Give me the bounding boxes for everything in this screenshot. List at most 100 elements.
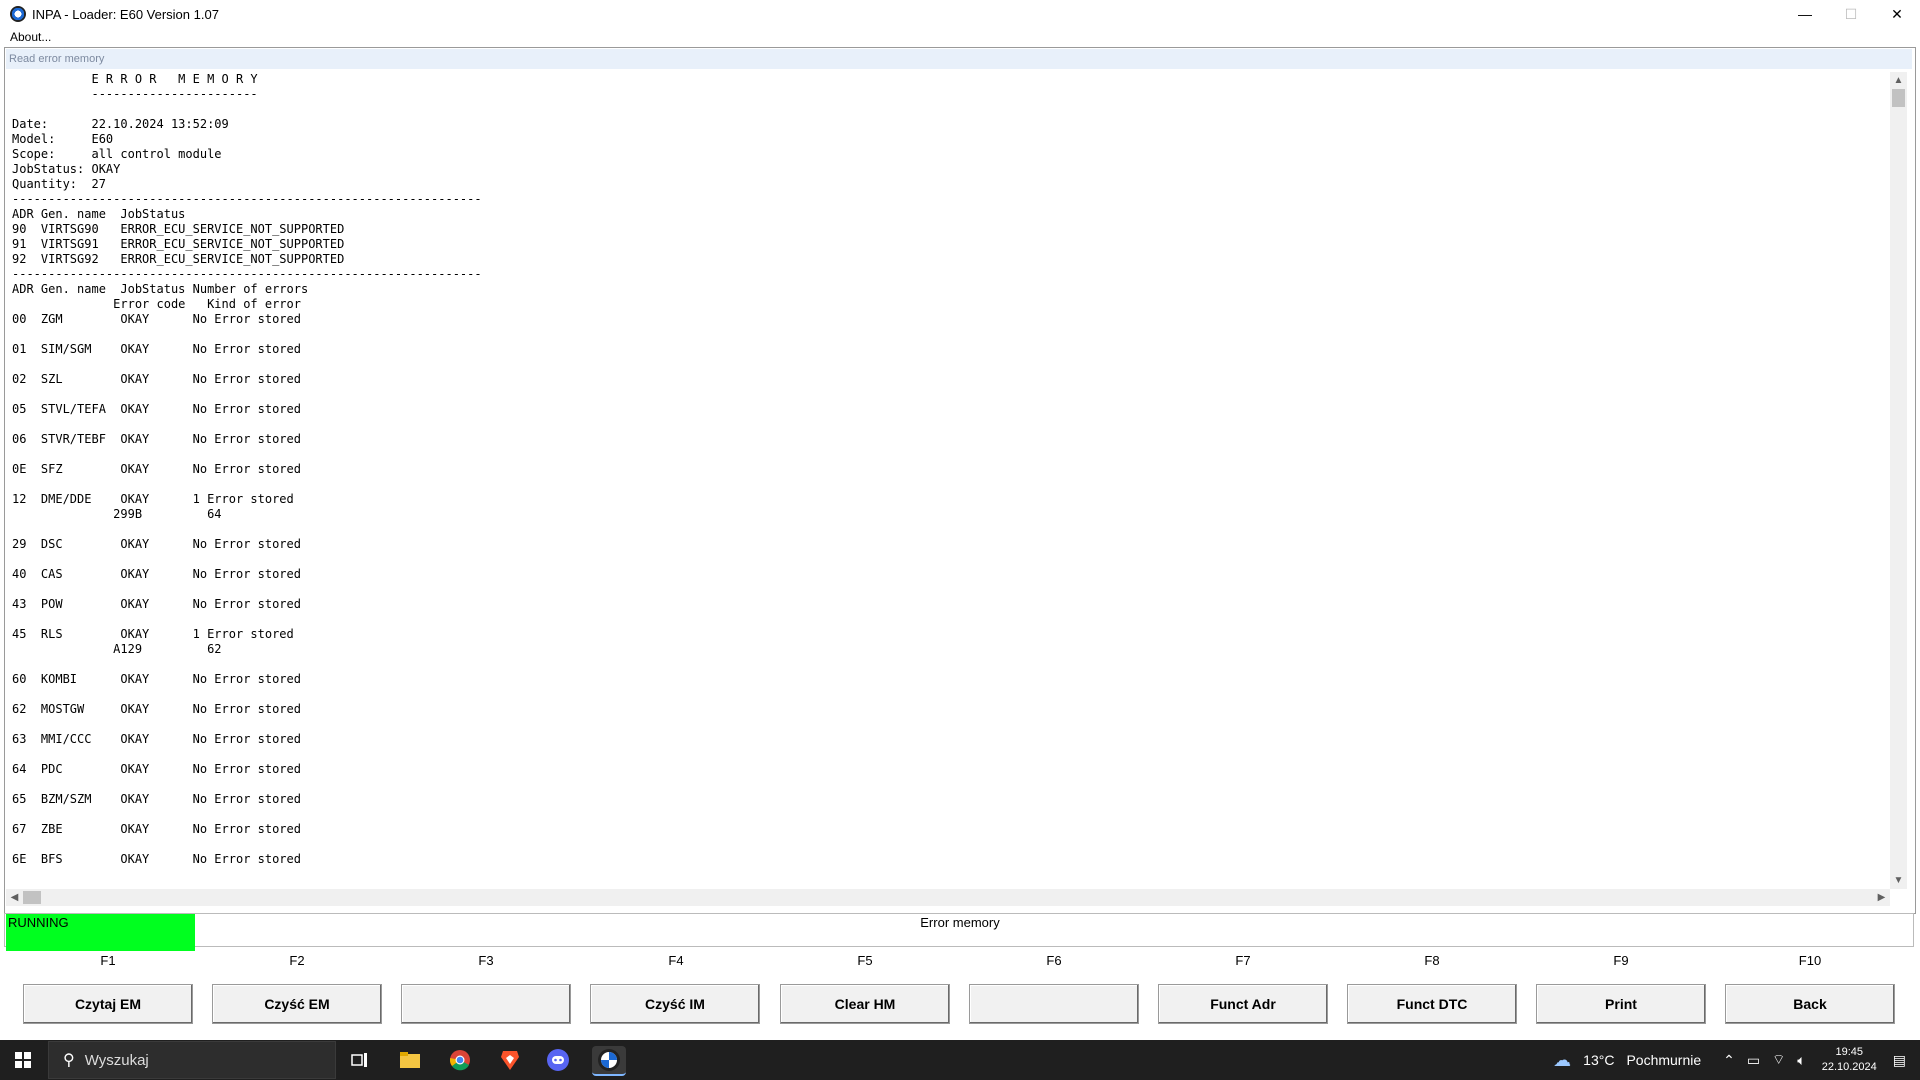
f9-print-button[interactable]: Print <box>1536 984 1706 1024</box>
report-line: 65 BZM/SZM OKAY No Error stored <box>12 792 301 806</box>
report-line: 91 VIRTSG91 ERROR_ECU_SERVICE_NOT_SUPPOR… <box>12 237 345 251</box>
report-line: ----------------------- <box>12 87 258 101</box>
vertical-scrollbar[interactable]: ▲ ▼ <box>1890 72 1907 889</box>
weather-temp[interactable]: 13°C <box>1583 1052 1614 1068</box>
fkey-label: F10 <box>1798 953 1822 968</box>
report-line <box>12 357 1890 372</box>
window-title: INPA - Loader: E60 Version 1.07 <box>32 6 219 22</box>
report-line: 67 ZBE OKAY No Error stored <box>12 822 301 836</box>
report-line: Error code Kind of error <box>12 297 301 311</box>
report-line: Scope: all control module <box>12 147 222 161</box>
notification-icon[interactable]: ▤ <box>1893 1052 1906 1069</box>
report-line: 02 SZL OKAY No Error stored <box>12 372 301 386</box>
scroll-up-icon[interactable]: ▲ <box>1890 72 1907 89</box>
taskbar-search[interactable]: ⚲ Wyszukaj <box>48 1041 336 1079</box>
clock-time: 19:45 <box>1835 1046 1863 1058</box>
report-line: 90 VIRTSG90 ERROR_ECU_SERVICE_NOT_SUPPOR… <box>12 222 345 236</box>
inpa-app-icon[interactable] <box>592 1046 626 1076</box>
report-line <box>12 612 1890 627</box>
hscroll-thumb[interactable] <box>23 891 41 904</box>
minimize-icon[interactable]: — <box>1782 0 1828 28</box>
fkey-label: F9 <box>1613 953 1629 968</box>
report-line: ADR Gen. name JobStatus <box>12 207 186 221</box>
report-line <box>12 477 1890 492</box>
report-line <box>12 657 1890 672</box>
task-view-icon[interactable] <box>346 1046 374 1074</box>
fkey-label: F2 <box>289 953 305 968</box>
f2-czysc-em-button[interactable]: Czyść EM <box>212 984 382 1024</box>
report-line: 00 ZGM OKAY No Error stored <box>12 312 301 326</box>
report-line: A129 62 <box>12 642 222 656</box>
chevron-up-icon[interactable]: ⌃ <box>1723 1052 1735 1069</box>
title-bar: INPA - Loader: E60 Version 1.07 — ☐ ✕ <box>0 0 1920 28</box>
wifi-icon[interactable]: ⌔ <box>1772 1051 1785 1069</box>
scroll-right-icon[interactable]: ▶ <box>1873 889 1890 906</box>
report-line: ----------------------------------------… <box>12 192 482 206</box>
chrome-icon[interactable] <box>446 1046 474 1074</box>
report-line: 63 MMI/CCC OKAY No Error stored <box>12 732 301 746</box>
fkey-label: F1 <box>100 953 116 968</box>
report-line: 01 SIM/SGM OKAY No Error stored <box>12 342 301 356</box>
horizontal-scrollbar[interactable]: ◀ ▶ <box>6 889 1890 906</box>
f8-funct-dtc-button[interactable]: Funct DTC <box>1347 984 1517 1024</box>
scroll-thumb[interactable] <box>1892 89 1905 107</box>
discord-icon[interactable] <box>544 1046 572 1074</box>
report-line <box>12 717 1890 732</box>
status-title: Error memory <box>920 915 1000 930</box>
fkey-label: F4 <box>668 953 684 968</box>
search-placeholder: Wyszukaj <box>84 1051 149 1069</box>
report-line: Quantity: 27 <box>12 177 106 191</box>
system-tray: ☁ 13°C Pochmurnie ⌃ ▭ ⌔ 🔈︎ 19:45 22.10.2… <box>1547 1040 1920 1080</box>
fkey-labels: F1 F2 F3 F4 F5 F6 F7 F8 F9 F10 <box>0 950 1920 980</box>
report-line: 06 STVR/TEBF OKAY No Error stored <box>12 432 301 446</box>
scroll-down-icon[interactable]: ▼ <box>1890 872 1907 889</box>
report-line: 45 RLS OKAY 1 Error stored <box>12 627 294 641</box>
report-line <box>12 387 1890 402</box>
battery-icon[interactable]: ▭ <box>1747 1052 1760 1069</box>
report-line <box>12 552 1890 567</box>
report-line: 62 MOSTGW OKAY No Error stored <box>12 702 301 716</box>
brave-icon[interactable] <box>496 1046 524 1074</box>
f6-button[interactable] <box>969 984 1139 1024</box>
report-line: ----------------------------------------… <box>12 267 482 281</box>
report-line: Date: 22.10.2024 13:52:09 <box>12 117 229 131</box>
maximize-icon[interactable]: ☐ <box>1828 0 1874 28</box>
report-line <box>12 582 1890 597</box>
close-icon[interactable]: ✕ <box>1874 0 1920 28</box>
report-area[interactable]: E R R O R M E M O R Y ------------------… <box>6 72 1890 888</box>
report-line <box>12 807 1890 822</box>
f4-czysc-im-button[interactable]: Czyść IM <box>590 984 760 1024</box>
report-line <box>12 687 1890 702</box>
f1-czytaj-em-button[interactable]: Czytaj EM <box>23 984 193 1024</box>
volume-icon[interactable]: 🔈︎ <box>1797 1052 1805 1069</box>
report-line: Model: E60 <box>12 132 114 146</box>
bmw-logo-icon <box>10 6 26 22</box>
weather-desc[interactable]: Pochmurnie <box>1626 1052 1701 1068</box>
report-line: ADR Gen. name JobStatus Number of errors <box>12 282 309 296</box>
scroll-left-icon[interactable]: ◀ <box>6 889 23 906</box>
f7-funct-adr-button[interactable]: Funct Adr <box>1158 984 1328 1024</box>
fkey-label: F6 <box>1046 953 1062 968</box>
report-line: 40 CAS OKAY No Error stored <box>12 567 301 581</box>
f3-button[interactable] <box>401 984 571 1024</box>
weather-cloud-icon[interactable]: ☁ <box>1553 1050 1571 1071</box>
taskbar: ⚲ Wyszukaj ☁ 13°C Pochmurnie ⌃ ▭ ⌔ 🔈︎ 19… <box>0 1040 1920 1080</box>
report-line: 29 DSC OKAY No Error stored <box>12 537 301 551</box>
start-button[interactable] <box>0 1040 46 1080</box>
report-line: 12 DME/DDE OKAY 1 Error stored <box>12 492 294 506</box>
clock[interactable]: 19:45 22.10.2024 <box>1822 1045 1877 1075</box>
section-header: Read error memory <box>6 49 1912 69</box>
report-line <box>12 522 1890 537</box>
file-explorer-icon[interactable] <box>396 1046 424 1074</box>
f5-clear-hm-button[interactable]: Clear HM <box>780 984 950 1024</box>
menu-about[interactable]: About... <box>10 30 51 44</box>
report-line: 05 STVL/TEFA OKAY No Error stored <box>12 402 301 416</box>
report-line: 6E BFS OKAY No Error stored <box>12 852 301 866</box>
fkey-label: F8 <box>1424 953 1440 968</box>
report-line: E R R O R M E M O R Y <box>12 72 258 86</box>
fkey-label: F3 <box>478 953 494 968</box>
clock-date: 22.10.2024 <box>1821 1061 1877 1073</box>
f10-back-button[interactable]: Back <box>1725 984 1895 1024</box>
window-controls: — ☐ ✕ <box>1782 0 1920 28</box>
report-line: 299B 64 <box>12 507 222 521</box>
